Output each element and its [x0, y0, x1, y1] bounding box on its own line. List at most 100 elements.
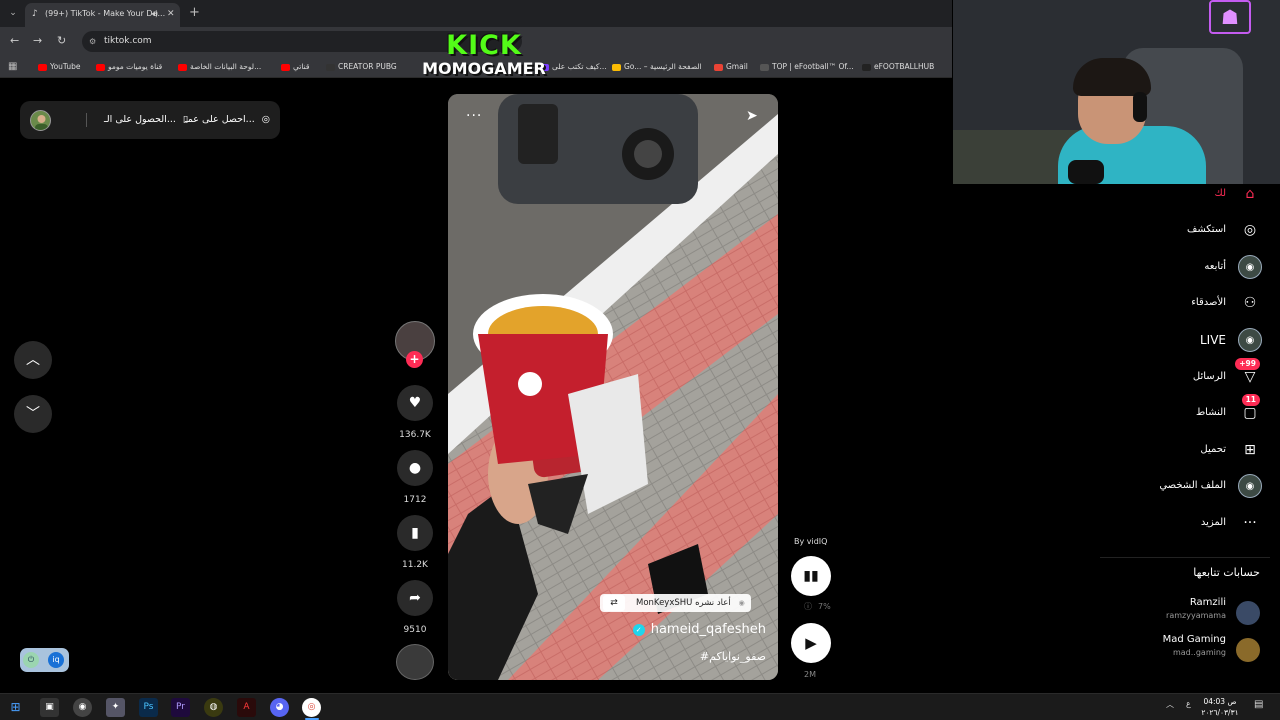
compass-icon: ◎ — [1243, 222, 1257, 238]
previous-video-button[interactable]: ︿ — [14, 341, 52, 379]
bookmark-item[interactable]: YouTube — [38, 56, 81, 78]
keyboard-language[interactable]: ع — [1186, 699, 1191, 708]
forward-arrow-icon[interactable]: → — [33, 34, 42, 48]
close-tab-icon[interactable]: ✕ — [167, 3, 175, 25]
upload-icon: ⊞ — [1244, 442, 1256, 458]
like-button[interactable]: ♥ — [397, 385, 433, 421]
account-name: Ramzili — [1189, 597, 1226, 608]
site-info-icon[interactable]: ⚙ — [89, 31, 96, 52]
views-count: 2M — [804, 670, 816, 679]
verified-check-icon: ✓ — [632, 624, 645, 636]
get-coins-label: احصل على عمـ... — [185, 114, 255, 125]
coin-icon: ◎ — [261, 114, 271, 125]
play-views-button[interactable]: ▶ — [791, 623, 831, 663]
live-avatar-icon: ◉ — [1238, 328, 1262, 352]
music-disc-avatar[interactable] — [396, 644, 434, 680]
sidebar-item-label: أتابعه — [1204, 261, 1226, 272]
photoshop-icon[interactable]: Ps — [139, 698, 158, 717]
bookmark-item[interactable]: Gmail — [714, 56, 748, 78]
notification-icon[interactable]: ▤ — [1254, 699, 1263, 710]
sidebar-item-label: LIVE — [1199, 333, 1226, 347]
get-app-link[interactable]: الحصول على الـ... ▯ — [104, 101, 188, 139]
sidebar-item-9[interactable]: المزيد ··· — [1042, 510, 1262, 536]
bookmark-favicon-icon — [612, 63, 621, 71]
sidebar-item-label: النشاط — [1195, 407, 1226, 418]
headset-icon — [1133, 92, 1147, 122]
kick-logo-text: KICK — [446, 30, 522, 61]
tab-search-icon[interactable]: ⌄ — [6, 6, 20, 20]
sidebar-item-3[interactable]: الأصدقاء ⚇ — [1042, 290, 1262, 316]
browser-tabstrip: ⌄ ♪ (99+) TikTok - Make Your Da... ◂) ✕ … — [0, 0, 952, 27]
user-avatar[interactable] — [30, 110, 51, 131]
reload-icon[interactable]: ↻ — [57, 34, 66, 48]
repost-text: MonKeyxSHU أعاد نشره — [636, 598, 731, 608]
following-accounts-title: حسابات تتابعها — [1193, 566, 1260, 579]
app-game-icon[interactable]: ✦ — [106, 698, 125, 717]
chevron-up-icon: ︿ — [26, 352, 40, 368]
sidebar-item-7[interactable]: تحميل ⊞ — [1042, 437, 1262, 463]
send-arrow-icon[interactable]: ➤ — [746, 108, 758, 124]
speaker-icon[interactable]: ◂) — [151, 3, 158, 25]
app-a-icon[interactable]: A — [237, 698, 256, 717]
sidebar-item-2[interactable]: أتابعه ◉ — [1042, 254, 1262, 280]
app-ball-icon[interactable]: ◍ — [204, 698, 223, 717]
heart-icon: ♥ — [408, 395, 422, 411]
bookmark-item[interactable]: CREATOR PUBG — [326, 56, 397, 78]
video-player[interactable]: ··· ➤ ⇄ MonKeyxSHU أعاد نشره ◉ ✓ hameid_q… — [448, 94, 778, 680]
premiere-icon[interactable]: Pr — [171, 698, 190, 717]
sidebar-divider — [1100, 557, 1270, 558]
obs-icon[interactable]: ◉ — [73, 698, 92, 717]
bookmark-item[interactable]: eFOOTBALLHUB — [862, 56, 934, 78]
extension-toggle[interactable]: ⏻ iq — [20, 648, 69, 672]
clock-date: ٢٠٢٦/٠٣/٣١ — [1201, 708, 1239, 717]
save-button[interactable]: ▮ — [397, 515, 433, 551]
sidebar-item-1[interactable]: استكشف ◎ — [1042, 217, 1262, 243]
tray-chevron-icon[interactable]: ︿ — [1166, 699, 1174, 710]
follow-plus-icon[interactable]: + — [406, 351, 423, 368]
sidebar-item-6[interactable]: النشاط ▢ 11 — [1042, 394, 1262, 426]
apps-grid-icon[interactable]: ▦ — [8, 61, 17, 72]
discord-icon[interactable]: ◕ — [270, 698, 289, 717]
bookmark-item[interactable]: لوحة البيانات الخاصة... — [178, 56, 261, 78]
bookmark-label: TOP | eFootball™ Of... — [772, 62, 854, 71]
task-view-icon[interactable]: ▣ — [40, 698, 59, 717]
pill-divider — [86, 113, 87, 127]
vidiq-stats-button[interactable]: ▮▮ — [791, 556, 831, 596]
sidebar-item-0[interactable]: لك ⌂ — [1042, 181, 1262, 207]
author-link[interactable]: ✓ hameid_qafesheh — [632, 622, 766, 637]
sidebar-item-label: تحميل — [1200, 444, 1226, 455]
system-clock[interactable]: 04:03 ص ٢٠٢٦/٠٣/٣١ — [1198, 696, 1242, 718]
screen: ⌄ ♪ (99+) TikTok - Make Your Da... ◂) ✕ … — [0, 0, 1280, 720]
share-button[interactable]: ➦ — [397, 580, 433, 616]
video-hashtag[interactable]: #صفو_نواياكم — [700, 650, 766, 663]
chrome-icon[interactable]: ◎ — [302, 698, 321, 717]
account-handle: ramzyyamama — [1166, 611, 1226, 620]
comment-button[interactable]: ● — [397, 450, 433, 486]
tab-tiktok[interactable]: ♪ (99+) TikTok - Make Your Da... ◂) ✕ — [25, 3, 180, 27]
back-arrow-icon[interactable]: ← — [10, 34, 19, 48]
next-video-button[interactable]: ﹀ — [14, 395, 52, 433]
repost-tag[interactable]: ⇄ MonKeyxSHU أعاد نشره ◉ — [600, 594, 751, 612]
sidebar-item-8[interactable]: الملف الشخصي ◉ — [1042, 473, 1262, 499]
power-icon: ⏻ — [23, 652, 39, 668]
new-tab-button[interactable]: + — [189, 5, 200, 20]
following-account[interactable]: Mad Gaming mad..gaming — [1090, 634, 1260, 664]
bookmark-label: لوحة البيانات الخاصة... — [190, 62, 262, 71]
sidebar-item-4[interactable]: LIVE ◉ — [1042, 327, 1262, 353]
following-account[interactable]: Ramzili ramzyyamama — [1090, 597, 1260, 627]
bookmark-favicon-icon — [281, 63, 290, 71]
share-count: 9510 — [403, 625, 427, 635]
bookmark-item[interactable]: TOP | eFootball™ Of... — [760, 56, 854, 78]
more-icon: ··· — [1243, 515, 1257, 531]
bookmark-favicon-icon — [326, 63, 335, 71]
webcam-overlay: ☗ — [953, 0, 1280, 184]
bookmark-item[interactable]: قناة يوميات مومو — [96, 56, 162, 78]
friends-icon: ⚇ — [1243, 295, 1257, 311]
sidebar-item-5[interactable]: الرسائل ▽ +99 — [1042, 358, 1262, 390]
windows-start-icon[interactable]: ⊞ — [6, 698, 25, 717]
get-coins-link[interactable]: احصل على عمـ... ◎ — [185, 101, 270, 139]
comment-count: 1712 — [403, 495, 427, 505]
bookmark-item[interactable]: Go... – الصفحة الرئيسية — [612, 56, 702, 78]
bookmark-item[interactable]: قناتي — [281, 56, 309, 78]
more-options-icon[interactable]: ··· — [466, 108, 482, 124]
